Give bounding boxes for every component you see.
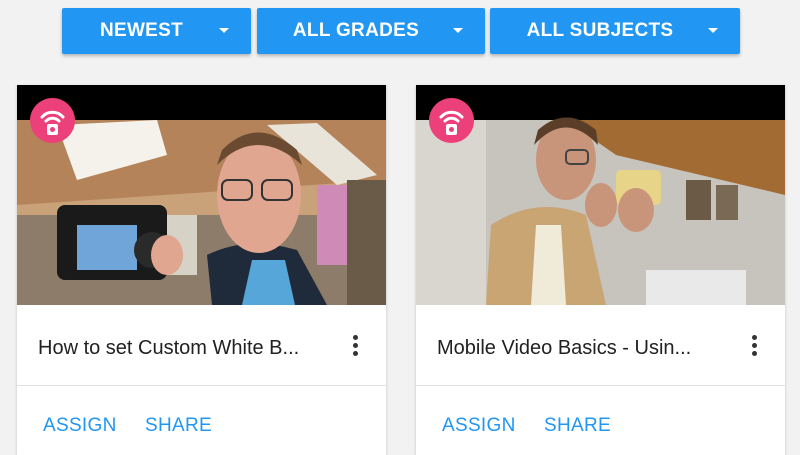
- live-broadcast-icon: [30, 98, 75, 143]
- video-thumbnail[interactable]: [416, 85, 785, 305]
- video-card: Mobile Video Basics - Usin... ASSIGN SHA…: [416, 85, 785, 455]
- live-broadcast-icon: [429, 98, 474, 143]
- grades-dropdown-label: ALL GRADES: [292, 20, 420, 41]
- card-divider: [17, 385, 386, 386]
- more-vert-icon[interactable]: [350, 335, 360, 363]
- card-title[interactable]: Mobile Video Basics - Usin...: [437, 337, 717, 360]
- video-thumbnail[interactable]: [17, 85, 386, 305]
- card-divider: [416, 385, 785, 386]
- caret-down-icon: [708, 28, 718, 33]
- subjects-dropdown[interactable]: ALL SUBJECTS: [490, 8, 740, 54]
- assign-button[interactable]: ASSIGN: [442, 415, 516, 437]
- grades-dropdown[interactable]: ALL GRADES: [257, 8, 485, 54]
- caret-down-icon: [453, 28, 463, 33]
- card-title[interactable]: How to set Custom White B...: [38, 337, 318, 360]
- filter-bar: NEWEST ALL GRADES ALL SUBJECTS: [0, 8, 800, 54]
- subjects-dropdown-label: ALL SUBJECTS: [526, 20, 674, 41]
- sort-dropdown[interactable]: NEWEST: [62, 8, 251, 54]
- assign-button[interactable]: ASSIGN: [43, 415, 117, 437]
- caret-down-icon: [219, 28, 229, 33]
- sort-dropdown-label: NEWEST: [99, 20, 184, 41]
- more-vert-icon[interactable]: [749, 335, 759, 363]
- share-button[interactable]: SHARE: [544, 415, 611, 437]
- share-button[interactable]: SHARE: [145, 415, 212, 437]
- video-card: How to set Custom White B... ASSIGN SHAR…: [17, 85, 386, 455]
